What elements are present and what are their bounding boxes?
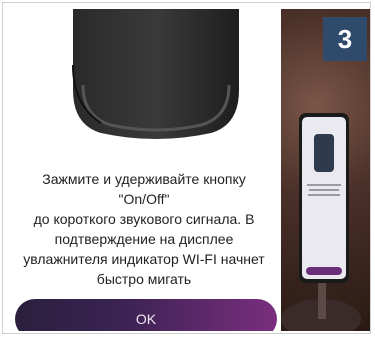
ok-button[interactable]: OK: [15, 299, 277, 331]
instruction-line: до короткого звукового сигнала. В: [33, 211, 255, 227]
instruction-text: Зажмите и удерживайте кнопку "On/Off" до…: [9, 169, 279, 289]
instruction-line: быстро мигать: [96, 271, 192, 287]
instruction-line: подтверждение на дисплее: [54, 231, 234, 247]
instruction-card: Зажмите и удерживайте кнопку "On/Off" до…: [2, 2, 371, 334]
step-number-badge: 3: [323, 17, 367, 61]
instruction-line: Зажмите и удерживайте кнопку "On/Off": [42, 171, 246, 207]
instruction-line: увлажнителя индикатор WI-FI начнет: [23, 251, 265, 267]
phone-on-stand-photo: 3: [281, 9, 370, 331]
phone-screen: Зажмите и удерживайте кнопку "On/Off" до…: [9, 9, 279, 331]
humidifier-image: [72, 9, 239, 139]
